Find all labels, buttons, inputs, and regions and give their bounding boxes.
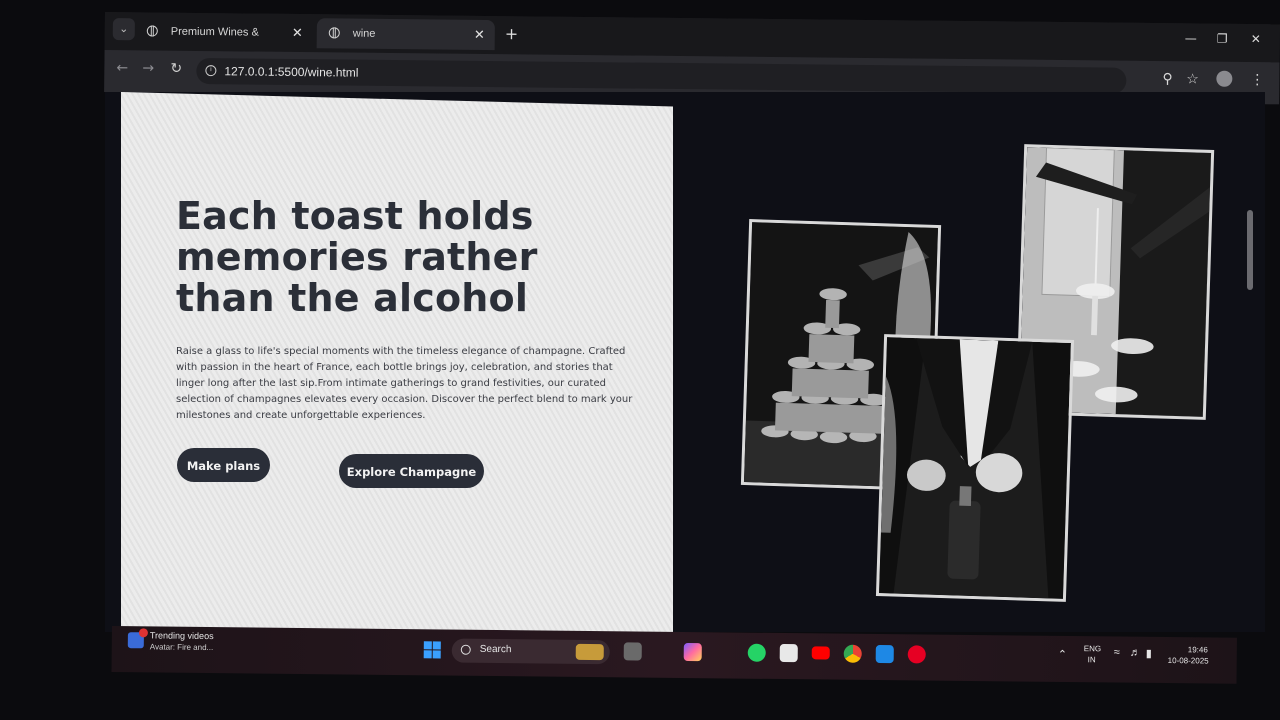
close-icon[interactable]: ✕: [474, 20, 485, 50]
clock-date[interactable]: 10-08-2025: [1168, 656, 1209, 665]
search-highlight-icon: [575, 643, 604, 661]
make-plans-button[interactable]: Make plans: [177, 448, 270, 482]
battery-icon[interactable]: ▮: [1146, 647, 1152, 660]
suit-bottle-photo: [875, 334, 1075, 602]
news-widget-title[interactable]: Trending videos: [150, 630, 214, 641]
taskbar-search[interactable]: Search: [451, 638, 610, 665]
minimize-icon[interactable]: —: [1185, 31, 1197, 45]
tab-wine[interactable]: wine ✕: [316, 18, 495, 51]
explore-champagne-button[interactable]: Explore Champagne: [339, 454, 484, 488]
search-icon: [460, 644, 471, 655]
info-icon[interactable]: i: [205, 65, 217, 77]
plus-icon[interactable]: +: [505, 24, 519, 43]
task-view-icon[interactable]: [623, 642, 642, 661]
language-code[interactable]: ENG: [1084, 644, 1101, 653]
back-icon[interactable]: ←: [116, 60, 128, 76]
youtube-icon[interactable]: [811, 646, 830, 660]
hero-paragraph: Raise a glass to life's special moments …: [176, 346, 633, 421]
volume-icon[interactable]: ♬: [1130, 647, 1141, 659]
browser-window: ⌄ Premium Wines & Beverages - ✕ wine ✕ +…: [104, 12, 1280, 105]
whatsapp-icon[interactable]: [747, 643, 766, 662]
copilot-icon[interactable]: [683, 642, 702, 662]
close-window-icon[interactable]: ✕: [1251, 32, 1261, 46]
forward-icon[interactable]: →: [142, 60, 154, 76]
url-field[interactable]: i 127.0.0.1:5500/wine.html: [196, 57, 1127, 94]
clock-time[interactable]: 19:46: [1188, 645, 1208, 654]
profile-icon[interactable]: [1216, 70, 1233, 87]
vscode-icon[interactable]: [875, 644, 894, 664]
taskbar: Trending videos Avatar: Fire and... Sear…: [111, 626, 1237, 684]
store-icon[interactable]: [779, 643, 798, 663]
tray-overflow-icon[interactable]: ⌃: [1058, 648, 1067, 661]
news-widget-subtitle[interactable]: Avatar: Fire and...: [150, 642, 214, 652]
tab-title: wine: [352, 27, 376, 40]
globe-icon: [328, 27, 340, 39]
wifi-icon[interactable]: ≈: [1114, 646, 1120, 658]
more-icon[interactable]: ⋮: [1250, 72, 1264, 88]
region-code[interactable]: IN: [1088, 655, 1096, 664]
chrome-icon[interactable]: [843, 644, 862, 663]
tab-menu-icon[interactable]: ⌄: [112, 18, 135, 41]
close-icon[interactable]: ✕: [292, 18, 303, 48]
star-icon[interactable]: ☆: [1186, 71, 1199, 87]
globe-icon: [146, 25, 158, 37]
news-widget-icon[interactable]: [127, 632, 144, 649]
hero-headline: Each toast holds memories rather than th…: [176, 194, 538, 320]
taskbar-search-label: Search: [479, 643, 512, 656]
zoom-icon[interactable]: ⚲: [1162, 71, 1172, 87]
url-text: 127.0.0.1:5500/wine.html: [224, 64, 359, 80]
hero-card: Each toast holds memories rather than th…: [121, 92, 673, 647]
tab-premium-wines[interactable]: Premium Wines & Beverages - ✕: [135, 16, 313, 68]
reload-icon[interactable]: ↻: [170, 61, 182, 77]
page-viewport: Each toast holds memories rather than th…: [105, 92, 1265, 647]
page-scrollbar[interactable]: [1247, 210, 1253, 290]
pinterest-icon[interactable]: [907, 645, 926, 664]
windows-start-icon[interactable]: [423, 641, 441, 659]
restore-icon[interactable]: ❐: [1217, 32, 1228, 46]
